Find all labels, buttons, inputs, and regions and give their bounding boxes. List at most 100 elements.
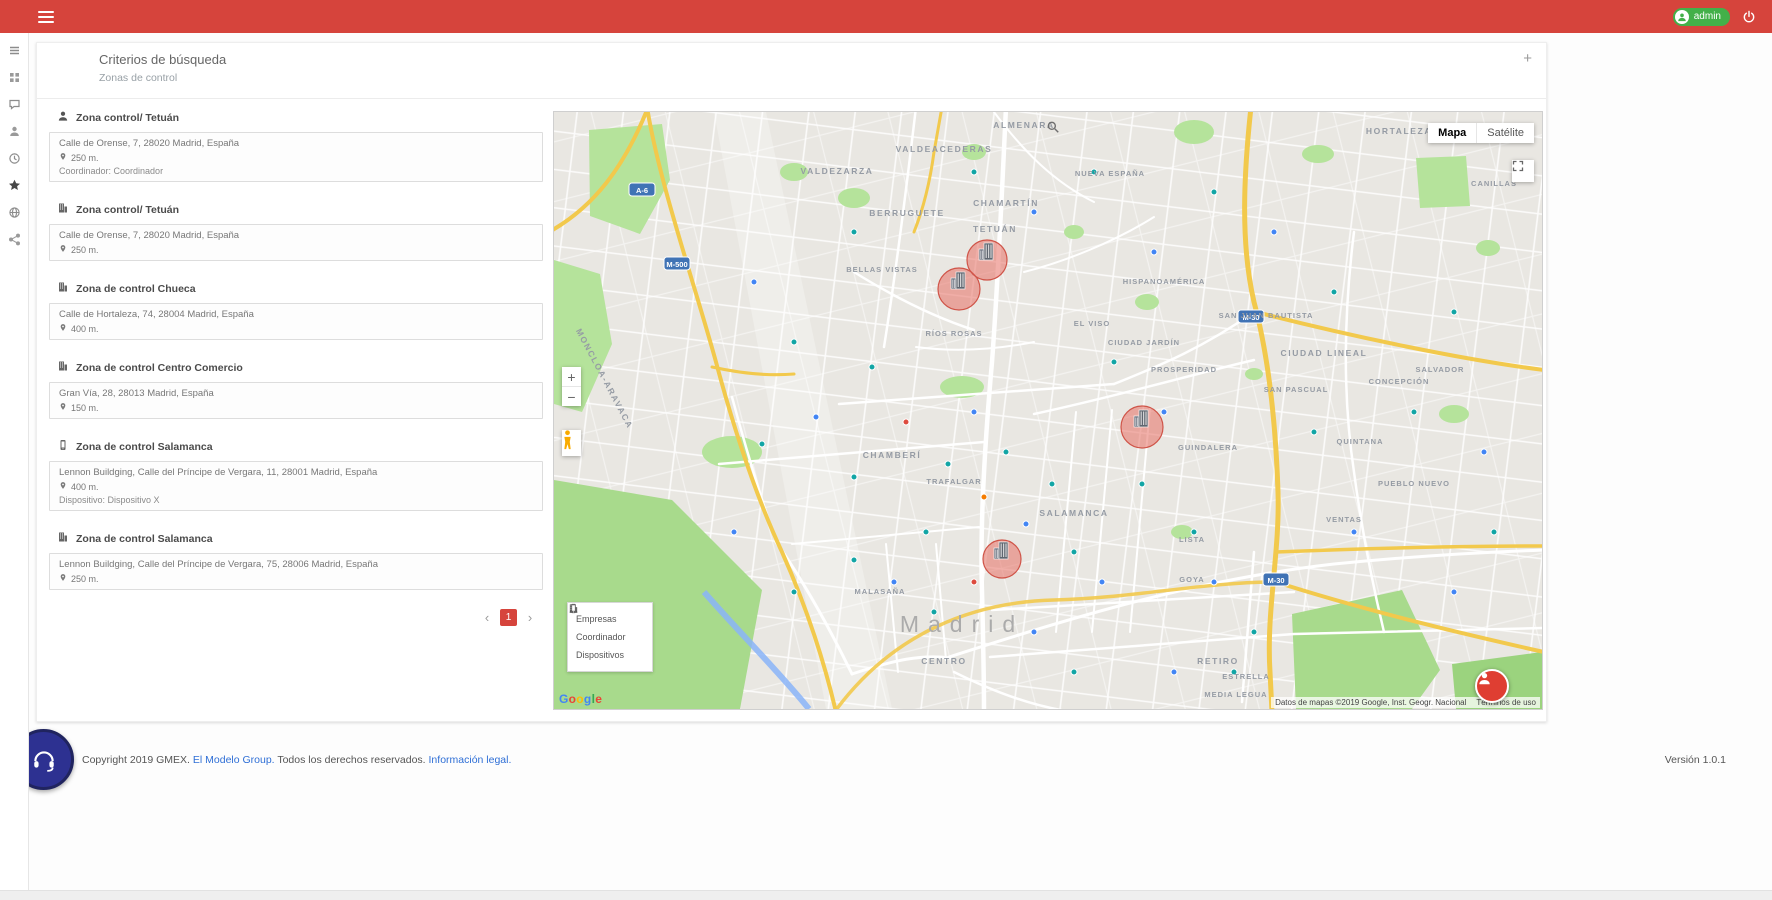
- map-poi-dot[interactable]: [1151, 249, 1157, 255]
- map-poi-dot[interactable]: [1031, 209, 1037, 215]
- zoom-in-button[interactable]: +: [562, 367, 581, 387]
- map-canvas[interactable]: M-30M-30M-500A-6ALMENARAVALDEACEDERASVAL…: [553, 111, 1543, 710]
- map-district-label: TETUÁN: [973, 224, 1017, 234]
- zone-card[interactable]: Zona de control Salamanca Lennon Buildgi…: [49, 530, 543, 590]
- zone-radius: 250 m.: [71, 574, 99, 584]
- map-type-map-button[interactable]: Mapa: [1428, 123, 1476, 143]
- zoom-out-button[interactable]: −: [562, 387, 581, 406]
- pin-icon: [59, 573, 67, 584]
- zone-name: Zona de control Salamanca: [76, 533, 213, 545]
- device-icon: [57, 438, 69, 456]
- map-poi-dot[interactable]: [851, 229, 857, 235]
- admin-user-button[interactable]: admin: [1673, 8, 1730, 26]
- map-poi-dot[interactable]: [813, 414, 819, 420]
- map-poi-dot[interactable]: [1451, 309, 1457, 315]
- map-poi-dot[interactable]: [971, 409, 977, 415]
- map-poi-dot[interactable]: [1023, 521, 1029, 527]
- fullscreen-button[interactable]: [1512, 160, 1534, 182]
- map-district-label: PUEBLO NUEVO: [1378, 479, 1450, 488]
- legal-info-link[interactable]: Información legal.: [429, 754, 512, 766]
- map-poi-dot[interactable]: [1451, 589, 1457, 595]
- zone-radius: 400 m.: [71, 324, 99, 334]
- rights-text: Todos los derechos reservados.: [277, 754, 425, 766]
- map-poi-dot[interactable]: [945, 461, 951, 467]
- legend-item-devices: Dispositivos: [568, 646, 652, 664]
- map-poi-dot[interactable]: [1003, 449, 1009, 455]
- sidebar-item-user[interactable]: [0, 118, 28, 145]
- company-icon: [57, 201, 69, 219]
- map-poi-dot[interactable]: [1049, 481, 1055, 487]
- company-link[interactable]: El Modelo Group.: [193, 754, 275, 766]
- map-poi-dot[interactable]: [1099, 579, 1105, 585]
- sidebar-item-dashboard[interactable]: [0, 64, 28, 91]
- copyright-text: Copyright 2019 GMEX.: [82, 754, 190, 766]
- zone-list: Zona control/ Tetuán Calle de Orense, 7,…: [49, 109, 543, 626]
- pagination-page-1[interactable]: 1: [500, 609, 517, 626]
- map-district-label: Madrid: [900, 611, 1024, 637]
- map-poi-dot[interactable]: [851, 474, 857, 480]
- svg-text:A-6: A-6: [636, 186, 648, 195]
- svg-text:M-500: M-500: [666, 260, 687, 269]
- map-district-label: CENTRO: [921, 656, 967, 666]
- collapse-panel-button[interactable]: +: [1523, 51, 1532, 66]
- map-poi-dot[interactable]: [1351, 529, 1357, 535]
- zone-card[interactable]: Zona de control Chueca Calle de Hortalez…: [49, 280, 543, 340]
- pagination-next[interactable]: ›: [523, 610, 537, 625]
- map-poi-dot[interactable]: [1211, 579, 1217, 585]
- map-poi-dot[interactable]: [903, 419, 909, 425]
- zone-card[interactable]: Zona control/ Tetuán Calle de Orense, 7,…: [49, 109, 543, 182]
- map-zone-marker[interactable]: [983, 540, 1021, 578]
- pagination-prev[interactable]: ‹: [480, 610, 494, 625]
- map-poi-dot[interactable]: [923, 529, 929, 535]
- map-poi-dot[interactable]: [851, 557, 857, 563]
- map-poi-dot[interactable]: [1481, 449, 1487, 455]
- map-poi-dot[interactable]: [1251, 629, 1257, 635]
- map-poi-dot[interactable]: [1271, 229, 1277, 235]
- sidebar-item-apps[interactable]: [0, 172, 28, 199]
- logout-icon[interactable]: [1740, 8, 1758, 26]
- map-poi-dot[interactable]: [1331, 289, 1337, 295]
- map-poi-dot[interactable]: [759, 441, 765, 447]
- map-zone-marker[interactable]: [1121, 406, 1163, 448]
- map-poi-dot[interactable]: [731, 529, 737, 535]
- sidebar-item-history[interactable]: [0, 145, 28, 172]
- map-poi-dot[interactable]: [1111, 359, 1117, 365]
- zone-card[interactable]: Zona de control Salamanca Lennon Buildgi…: [49, 438, 543, 511]
- sidebar-item-share[interactable]: [0, 226, 28, 253]
- map-zone-marker[interactable]: [967, 240, 1007, 280]
- map-poi-dot[interactable]: [971, 579, 977, 585]
- map-poi-dot[interactable]: [1491, 529, 1497, 535]
- application-window: admin Criterios de búsqueda Zonas de con…: [0, 0, 1772, 900]
- map-poi-dot[interactable]: [1031, 629, 1037, 635]
- map-district-label: VENTAS: [1326, 515, 1362, 524]
- map-poi-dot[interactable]: [1411, 409, 1417, 415]
- map-poi-dot[interactable]: [751, 279, 757, 285]
- bottom-scrollbar[interactable]: [0, 890, 1772, 900]
- map-poi-dot[interactable]: [891, 579, 897, 585]
- zone-name: Zona de control Centro Comercio: [76, 362, 243, 374]
- map-user-fab-button[interactable]: [1475, 669, 1509, 703]
- zone-card[interactable]: Zona control/ Tetuán Calle de Orense, 7,…: [49, 201, 543, 261]
- map-poi-dot[interactable]: [981, 494, 987, 500]
- map-poi-dot[interactable]: [1171, 669, 1177, 675]
- zone-name: Zona de control Chueca: [76, 283, 196, 295]
- sidebar-item-menu[interactable]: [0, 37, 28, 64]
- map-poi-dot[interactable]: [1071, 669, 1077, 675]
- map-poi-dot[interactable]: [869, 364, 875, 370]
- pegman-streetview-control[interactable]: [562, 430, 581, 456]
- map-poi-dot[interactable]: [971, 169, 977, 175]
- map-poi-dot[interactable]: [1071, 549, 1077, 555]
- map-type-satellite-button[interactable]: Satélite: [1476, 123, 1534, 143]
- pin-icon: [59, 323, 67, 334]
- map-poi-dot[interactable]: [791, 589, 797, 595]
- menu-icon[interactable]: [38, 11, 54, 23]
- sidebar-item-messages[interactable]: [0, 91, 28, 118]
- map-poi-dot[interactable]: [1161, 409, 1167, 415]
- map-poi-dot[interactable]: [1139, 481, 1145, 487]
- map-poi-dot[interactable]: [1211, 189, 1217, 195]
- map-poi-dot[interactable]: [1311, 429, 1317, 435]
- zone-address: Calle de Orense, 7, 28020 Madrid, España: [59, 230, 533, 241]
- map-poi-dot[interactable]: [791, 339, 797, 345]
- zone-card[interactable]: Zona de control Centro Comercio Gran Vía…: [49, 359, 543, 419]
- sidebar-item-globe[interactable]: [0, 199, 28, 226]
